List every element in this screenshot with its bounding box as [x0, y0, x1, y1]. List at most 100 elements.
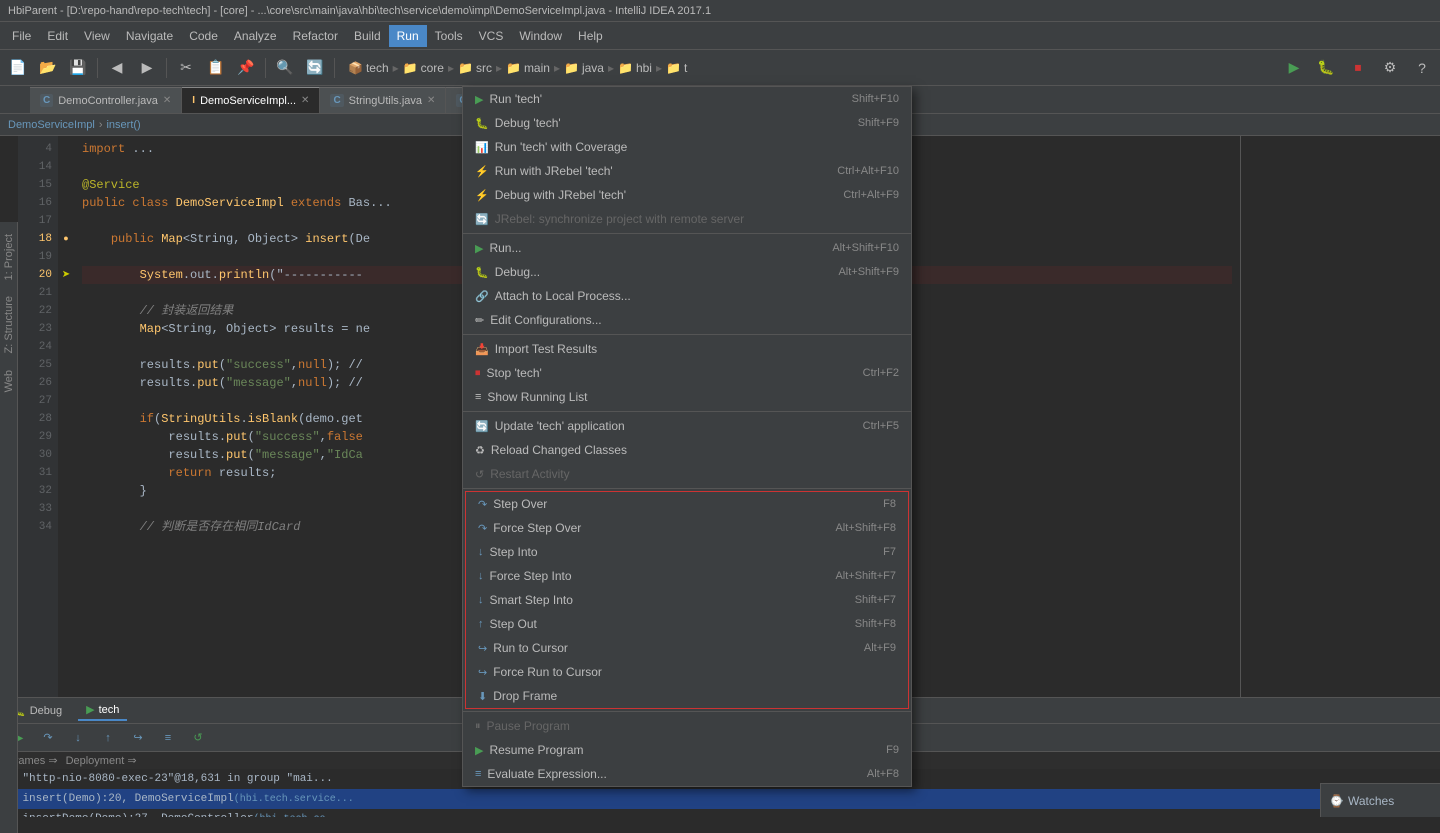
- debug-row-text-3: insertDemo(Demo):27, DemoController: [22, 813, 253, 817]
- menu-import-results[interactable]: 📥 Import Test Results: [463, 337, 911, 361]
- toolbar-cut[interactable]: ✂: [172, 54, 200, 82]
- toolbar-sep-3: [265, 58, 266, 78]
- step-into-label: Step Into: [490, 545, 538, 559]
- menu-edit[interactable]: Edit: [39, 25, 76, 47]
- path-hbi: 📁 hbi: [618, 61, 652, 75]
- debug-step-out-btn[interactable]: ↑: [94, 724, 122, 752]
- menu-tools[interactable]: Tools: [427, 25, 471, 47]
- tab-democontroller[interactable]: C DemoController.java ✕: [30, 87, 182, 113]
- debug-step-over-btn[interactable]: ↷: [34, 724, 62, 752]
- menu-edit-configs[interactable]: ✏ Edit Configurations...: [463, 308, 911, 332]
- path-core: 📁 core: [403, 61, 444, 75]
- toolbar-copy[interactable]: 📋: [202, 54, 230, 82]
- menu-force-step-into[interactable]: ↓ Force Step Into Alt+Shift+F7: [466, 564, 908, 588]
- jrebel-run-icon: ⚡: [475, 165, 489, 178]
- toolbar-settings[interactable]: ⚙: [1376, 54, 1404, 82]
- menu-vcs[interactable]: VCS: [471, 25, 512, 47]
- toolbar-replace[interactable]: 🔄: [301, 54, 329, 82]
- menu-stop-tech[interactable]: ⏹ Stop 'tech' Ctrl+F2: [463, 361, 911, 385]
- pause-label: Pause Program: [487, 719, 570, 733]
- toolbar-open[interactable]: 📂: [34, 54, 62, 82]
- smart-step-label: Smart Step Into: [490, 593, 573, 607]
- toolbar-new[interactable]: 📄: [4, 54, 32, 82]
- sidebar-tab-web[interactable]: Web: [1, 362, 17, 400]
- menu-step-into[interactable]: ↓ Step Into F7: [466, 540, 908, 564]
- menu-navigate[interactable]: Navigate: [118, 25, 181, 47]
- menu-bar: File Edit View Navigate Code Analyze Ref…: [0, 22, 1440, 50]
- toolbar-path: 📦 tech ▸ 📁 core ▸ 📁 src ▸ 📁 main ▸ 📁 jav…: [348, 61, 687, 75]
- toolbar-search[interactable]: 🔍: [271, 54, 299, 82]
- breadcrumb-class[interactable]: DemoServiceImpl: [8, 119, 95, 131]
- watches-panel[interactable]: ⌚ Watches: [1320, 783, 1440, 817]
- debug-evaluate-btn[interactable]: ≡: [154, 724, 182, 752]
- menu-step-over[interactable]: ↷ Step Over F8: [466, 492, 908, 516]
- smart-step-shortcut: Shift+F7: [855, 594, 896, 606]
- close-icon-2[interactable]: ✕: [301, 95, 309, 106]
- resume-icon: ▶: [475, 744, 483, 757]
- menu-window[interactable]: Window: [511, 25, 570, 47]
- jrebel-sync-icon: 🔄: [475, 213, 489, 226]
- toolbar-back[interactable]: ◀: [103, 54, 131, 82]
- debug-step-into-btn[interactable]: ↓: [64, 724, 92, 752]
- menu-run[interactable]: Run: [389, 25, 427, 47]
- run-cursor-label: Run to Cursor: [493, 641, 568, 655]
- breadcrumb-method[interactable]: insert(): [106, 119, 140, 131]
- run-dots-shortcut: Alt+Shift+F10: [832, 242, 899, 254]
- menu-jrebel-run[interactable]: ⚡ Run with JRebel 'tech' Ctrl+Alt+F10: [463, 159, 911, 183]
- close-icon-3[interactable]: ✕: [427, 95, 435, 106]
- menu-run-coverage[interactable]: 📊 Run 'tech' with Coverage: [463, 135, 911, 159]
- menu-view[interactable]: View: [76, 25, 118, 47]
- menu-help[interactable]: Help: [570, 25, 611, 47]
- menu-smart-step-into[interactable]: ↓ Smart Step Into Shift+F7: [466, 588, 908, 612]
- toolbar-paste[interactable]: 📌: [232, 54, 260, 82]
- menu-reload-classes[interactable]: ♻ Reload Changed Classes: [463, 438, 911, 462]
- menu-resume[interactable]: ▶ Resume Program F9: [463, 738, 911, 762]
- gutter-exec-arrow: ➤: [62, 269, 70, 281]
- menu-update-app[interactable]: 🔄 Update 'tech' application Ctrl+F5: [463, 414, 911, 438]
- menu-force-run-cursor[interactable]: ↪ Force Run to Cursor: [466, 660, 908, 684]
- debug-tech-icon: 🐛: [475, 117, 489, 130]
- menu-jrebel-debug[interactable]: ⚡ Debug with JRebel 'tech' Ctrl+Alt+F9: [463, 183, 911, 207]
- menu-file[interactable]: File: [4, 25, 39, 47]
- path-main: 📁 main: [506, 61, 550, 75]
- step-out-label: Step Out: [490, 617, 537, 631]
- step-into-shortcut: F7: [883, 546, 896, 558]
- path-tech: 📦 tech: [348, 61, 389, 75]
- menu-run-tech[interactable]: ▶ Run 'tech' Shift+F10: [463, 87, 911, 111]
- run-cursor-icon: ↪: [478, 642, 487, 655]
- close-icon-1[interactable]: ✕: [163, 95, 171, 106]
- import-label: Import Test Results: [495, 342, 597, 356]
- menu-show-running[interactable]: ≡ Show Running List: [463, 385, 911, 409]
- path-t: 📁 t: [666, 61, 687, 75]
- menu-debug-tech[interactable]: 🐛 Debug 'tech' Shift+F9: [463, 111, 911, 135]
- menu-code[interactable]: Code: [181, 25, 226, 47]
- toolbar-debug[interactable]: 🐛: [1312, 54, 1340, 82]
- toolbar-help[interactable]: ?: [1408, 54, 1436, 82]
- debug-row-3[interactable]: ⬛ insertDemo(Demo):27, DemoController (h…: [0, 809, 1440, 817]
- debug-row-2[interactable]: ⬛ insert(Demo):20, DemoServiceImpl (hbi.…: [0, 789, 1440, 809]
- sidebar-tab-structure[interactable]: Z: Structure: [1, 288, 17, 361]
- toolbar-save[interactable]: 💾: [64, 54, 92, 82]
- tab-stringutils[interactable]: C StringUtils.java ✕: [320, 87, 446, 113]
- toolbar-run[interactable]: ▶: [1280, 54, 1308, 82]
- debug-run-cursor-btn[interactable]: ↪: [124, 724, 152, 752]
- menu-build[interactable]: Build: [346, 25, 389, 47]
- toolbar-stop[interactable]: ⏹: [1344, 54, 1372, 82]
- menu-debug-dots[interactable]: 🐛 Debug... Alt+Shift+F9: [463, 260, 911, 284]
- debug-tab-tech[interactable]: ▶ tech: [78, 700, 127, 721]
- menu-evaluate[interactable]: ≡ Evaluate Expression... Alt+F8: [463, 762, 911, 786]
- jrebel-run-label: Run with JRebel 'tech': [495, 164, 613, 178]
- menu-force-step-over[interactable]: ↷ Force Step Over Alt+Shift+F8: [466, 516, 908, 540]
- toolbar-forward[interactable]: ▶: [133, 54, 161, 82]
- step-over-label: Step Over: [493, 497, 547, 511]
- debug-restart-btn[interactable]: ↺: [184, 724, 212, 752]
- menu-run-cursor[interactable]: ↪ Run to Cursor Alt+F9: [466, 636, 908, 660]
- menu-step-out[interactable]: ↑ Step Out Shift+F8: [466, 612, 908, 636]
- tab-demoserviceimpl[interactable]: I DemoServiceImpl... ✕: [182, 87, 320, 113]
- menu-run-dots[interactable]: ▶ Run... Alt+Shift+F10: [463, 236, 911, 260]
- menu-analyze[interactable]: Analyze: [226, 25, 285, 47]
- menu-drop-frame[interactable]: ⬇ Drop Frame: [466, 684, 908, 708]
- menu-refactor[interactable]: Refactor: [285, 25, 346, 47]
- sidebar-tab-project[interactable]: 1: Project: [1, 226, 17, 288]
- menu-attach-process[interactable]: 🔗 Attach to Local Process...: [463, 284, 911, 308]
